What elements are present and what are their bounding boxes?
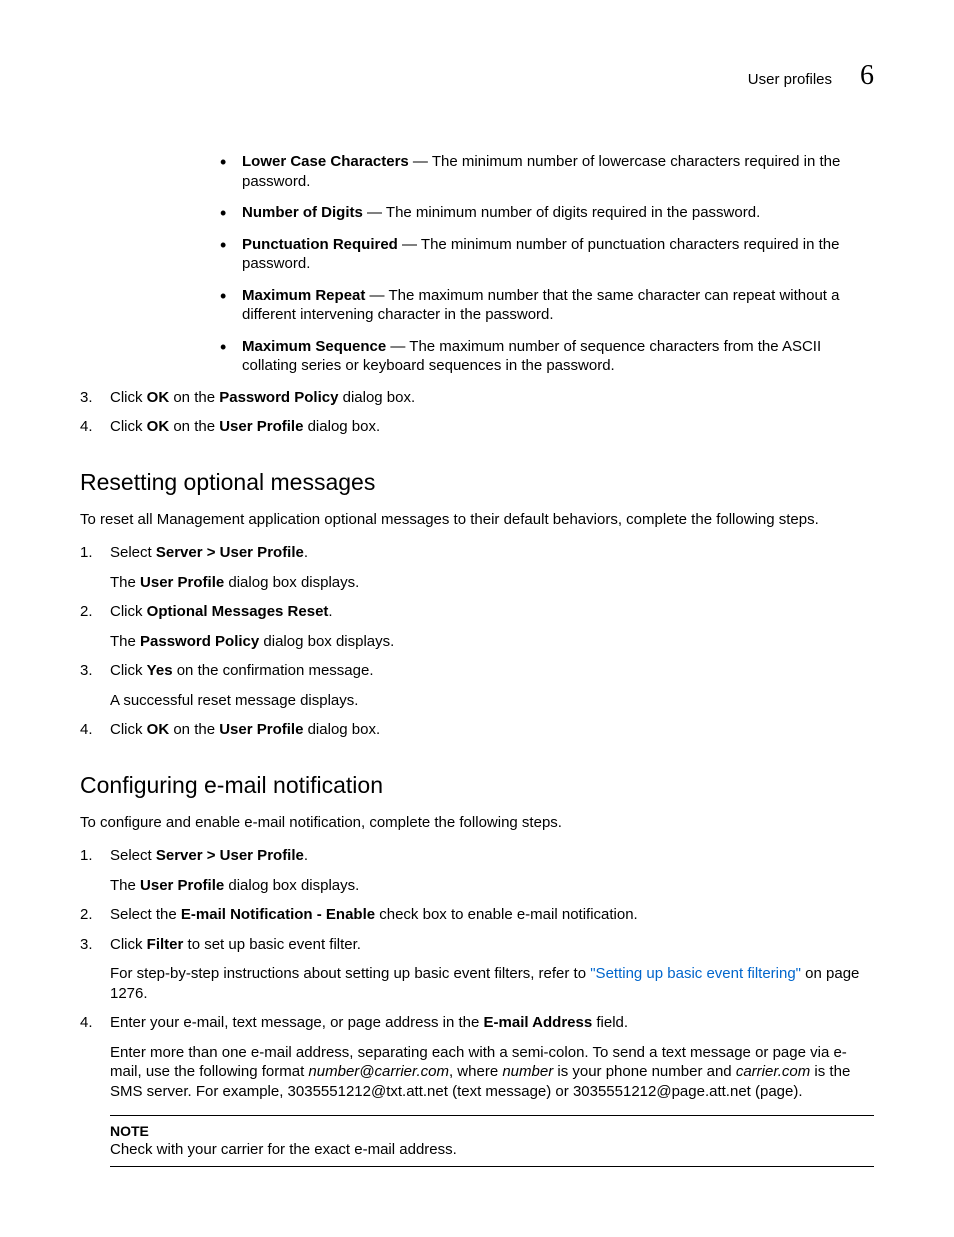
header-section: User profiles — [748, 71, 832, 88]
password-policy-bullets: Lower Case Characters — The minimum numb… — [220, 152, 874, 376]
step-text: Enter your e-mail, text message, or page… — [110, 1014, 484, 1031]
step-text: to set up basic event filter. — [183, 936, 361, 953]
step-italic: number@carrier.com — [308, 1063, 449, 1080]
step-text: Click — [110, 389, 147, 406]
note-body: Check with your carrier for the exact e-… — [110, 1140, 874, 1160]
step-italic: carrier.com — [736, 1063, 810, 1080]
step-sub: The User Profile dialog box displays. — [110, 573, 874, 593]
step-text: , where — [449, 1063, 502, 1080]
step-text: dialog box. — [303, 721, 380, 738]
step-item: Click Yes on the confirmation message. A… — [80, 661, 874, 710]
bullet-term: Lower Case Characters — [242, 153, 409, 170]
step-text: . — [304, 544, 308, 561]
step-bold: Yes — [147, 662, 173, 679]
step-sub: The User Profile dialog box displays. — [110, 876, 874, 896]
step-text: . — [328, 603, 332, 620]
step-text: Select — [110, 847, 156, 864]
step-bold: Server > User Profile — [156, 847, 304, 864]
heading-email: Configuring e-mail notification — [80, 772, 874, 799]
step-bold: User Profile — [219, 418, 303, 435]
step-sub: Enter more than one e-mail address, sepa… — [110, 1043, 874, 1102]
reset-steps: Select Server > User Profile. The User P… — [80, 543, 874, 740]
bullet-item: Maximum Sequence — The maximum number of… — [220, 337, 874, 376]
step-bold: Server > User Profile — [156, 544, 304, 561]
step-bold: Filter — [147, 936, 184, 953]
step-item: Click OK on the User Profile dialog box. — [80, 720, 874, 740]
step-bold: User Profile — [140, 574, 224, 591]
note-label: NOTE — [110, 1122, 874, 1140]
step-text: Select the — [110, 906, 181, 923]
step-item: Click OK on the User Profile dialog box. — [80, 417, 874, 437]
step-italic: number — [502, 1063, 553, 1080]
step-text: The — [110, 877, 140, 894]
step-bold: Password Policy — [219, 389, 338, 406]
step-sub: A successful reset message displays. — [110, 691, 874, 711]
step-item: Click Filter to set up basic event filte… — [80, 935, 874, 1004]
bullet-term: Punctuation Required — [242, 236, 398, 253]
step-text: field. — [592, 1014, 628, 1031]
header-chapter-number: 6 — [860, 60, 874, 92]
step-text: Select — [110, 544, 156, 561]
reset-intro: To reset all Management application opti… — [80, 510, 874, 530]
step-sub: The Password Policy dialog box displays. — [110, 632, 874, 652]
step-text: dialog box. — [338, 389, 415, 406]
note-block: NOTE Check with your carrier for the exa… — [110, 1115, 874, 1167]
page: User profiles 6 Lower Case Characters — … — [0, 0, 954, 1237]
step-text: The — [110, 633, 140, 650]
step-text: is your phone number and — [553, 1063, 736, 1080]
bullet-desc: — The minimum number of digits required … — [363, 204, 760, 221]
step-text: dialog box displays. — [259, 633, 394, 650]
step-bold: E-mail Notification - Enable — [181, 906, 375, 923]
bullet-item: Punctuation Required — The minimum numbe… — [220, 235, 874, 274]
step-text: dialog box displays. — [224, 574, 359, 591]
email-intro: To configure and enable e-mail notificat… — [80, 813, 874, 833]
email-steps: Select Server > User Profile. The User P… — [80, 846, 874, 1167]
step-sub: For step-by-step instructions about sett… — [110, 964, 874, 1003]
step-text: on the — [169, 389, 219, 406]
step-text: dialog box. — [303, 418, 380, 435]
step-text: on the confirmation message. — [173, 662, 374, 679]
step-text: Click — [110, 721, 147, 738]
step-item: Select Server > User Profile. The User P… — [80, 543, 874, 592]
step-text: Click — [110, 936, 147, 953]
bullet-term: Maximum Sequence — [242, 338, 386, 355]
step-bold: E-mail Address — [484, 1014, 593, 1031]
bullet-term: Number of Digits — [242, 204, 363, 221]
step-bold: User Profile — [140, 877, 224, 894]
step-text: check box to enable e-mail notification. — [375, 906, 638, 923]
step-bold: OK — [147, 418, 170, 435]
step-text: on the — [169, 721, 219, 738]
heading-reset: Resetting optional messages — [80, 469, 874, 496]
step-item: Select Server > User Profile. The User P… — [80, 846, 874, 895]
bullet-term: Maximum Repeat — [242, 287, 365, 304]
step-bold: Optional Messages Reset — [147, 603, 329, 620]
step-text: on the — [169, 418, 219, 435]
cross-ref-link[interactable]: "Setting up basic event filtering" — [590, 965, 801, 982]
step-bold: OK — [147, 389, 170, 406]
step-text: . — [304, 847, 308, 864]
step-item: Click Optional Messages Reset. The Passw… — [80, 602, 874, 651]
main-content: Lower Case Characters — The minimum numb… — [220, 152, 874, 1167]
step-bold: Password Policy — [140, 633, 259, 650]
step-text: dialog box displays. — [224, 877, 359, 894]
step-item: Click OK on the Password Policy dialog b… — [80, 388, 874, 408]
step-text: Click — [110, 662, 147, 679]
step-text: For step-by-step instructions about sett… — [110, 965, 590, 982]
bullet-item: Number of Digits — The minimum number of… — [220, 203, 874, 223]
policy-steps-continued: Click OK on the Password Policy dialog b… — [80, 388, 874, 437]
page-header: User profiles 6 — [80, 60, 874, 92]
step-item: Select the E-mail Notification - Enable … — [80, 905, 874, 925]
bullet-item: Maximum Repeat — The maximum number that… — [220, 286, 874, 325]
step-text: Click — [110, 418, 147, 435]
bullet-item: Lower Case Characters — The minimum numb… — [220, 152, 874, 191]
step-text: The — [110, 574, 140, 591]
step-item: Enter your e-mail, text message, or page… — [80, 1013, 874, 1167]
step-text: Click — [110, 603, 147, 620]
step-bold: User Profile — [219, 721, 303, 738]
step-bold: OK — [147, 721, 170, 738]
